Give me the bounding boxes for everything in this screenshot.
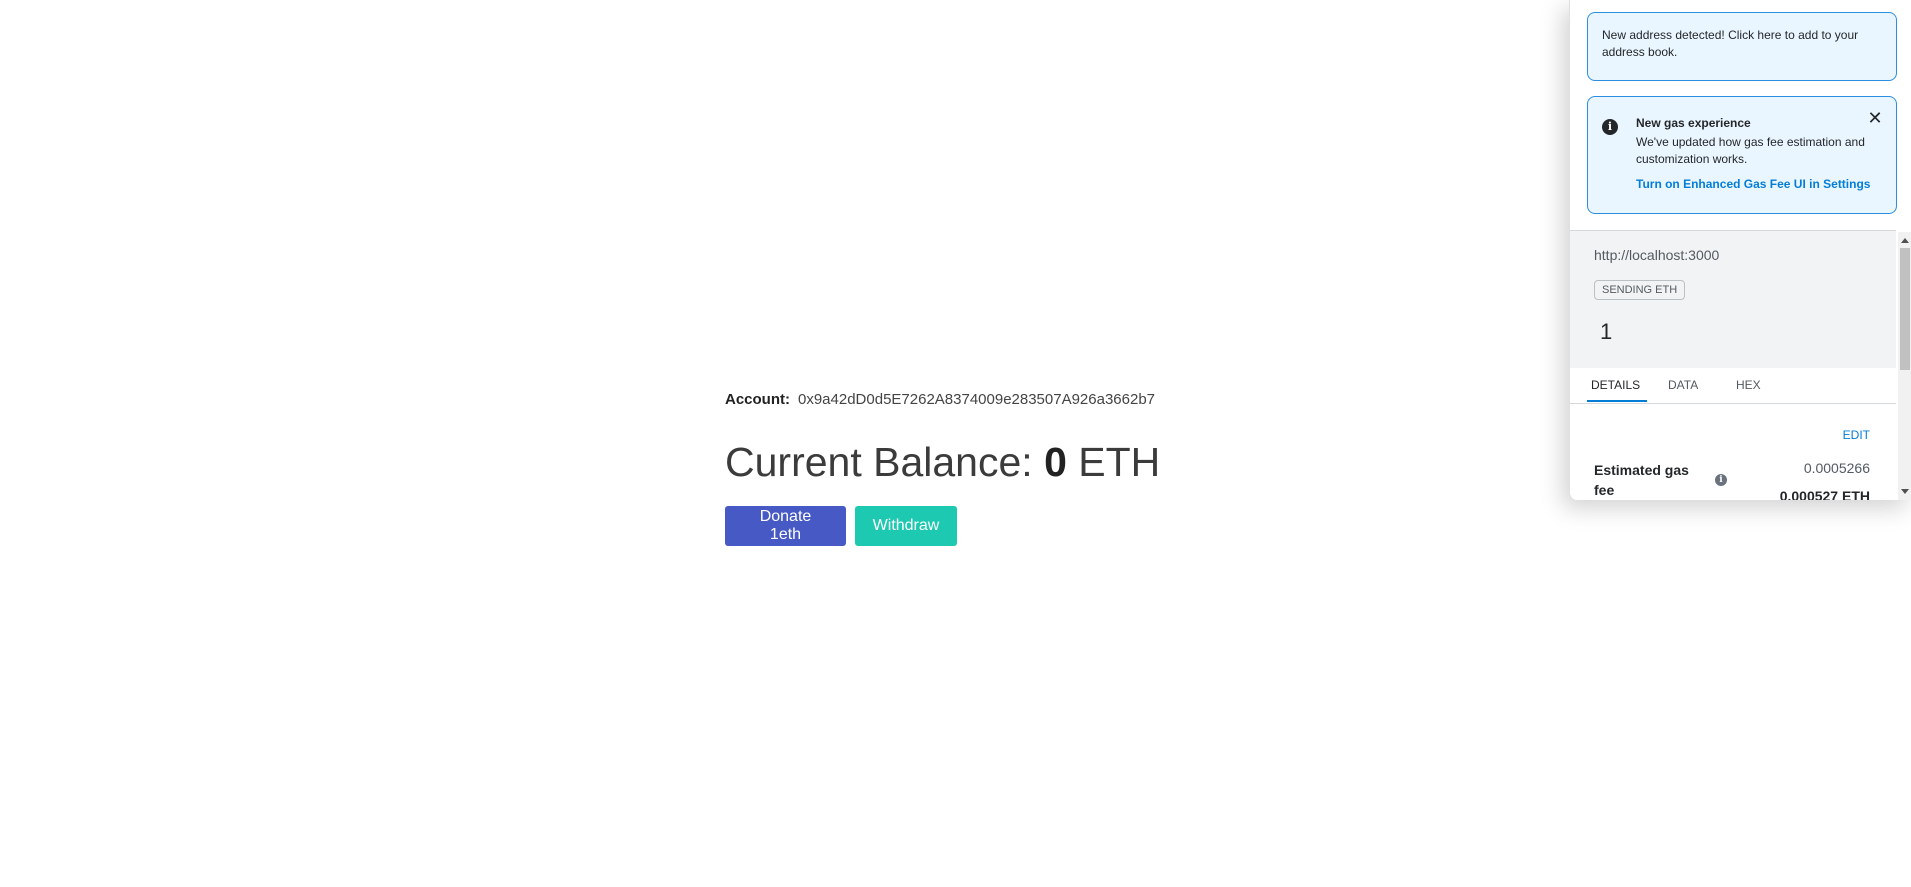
account-label: Account:: [725, 391, 790, 408]
transaction-amount: 1: [1600, 319, 1613, 344]
details-pane: EDIT Estimated gas fee i 0.0005266 0.000…: [1570, 404, 1896, 500]
tab-data[interactable]: DATA: [1668, 378, 1698, 400]
gas-notice-title: New gas experience: [1636, 116, 1751, 130]
gas-experience-notice: i ✕ New gas experience We've updated how…: [1587, 96, 1897, 214]
action-buttons: Donate 1eth Withdraw: [725, 506, 1245, 546]
origin-url: http://localhost:3000: [1594, 247, 1720, 263]
info-icon: i: [1602, 119, 1618, 135]
gas-fee-secondary-value: 0.0005266: [1803, 460, 1870, 476]
gas-fee-info-icon[interactable]: i: [1715, 474, 1727, 486]
scroll-thumb[interactable]: [1900, 248, 1910, 370]
sending-eth-badge: SENDING ETH: [1594, 280, 1686, 300]
scrollbar[interactable]: [1898, 232, 1911, 500]
balance-prefix: Current Balance:: [725, 439, 1045, 485]
current-balance: Current Balance: 0 ETH: [725, 436, 1245, 488]
donate-button[interactable]: Donate 1eth: [725, 506, 846, 546]
edit-gas-button[interactable]: EDIT: [1843, 428, 1870, 442]
new-address-notice-text: New address detected! Click here to add …: [1602, 28, 1859, 59]
transaction-tabs: DETAILS DATA HEX: [1570, 368, 1896, 404]
balance-amount: 0: [1044, 439, 1067, 485]
metamask-popup: New address detected! Click here to add …: [1569, 0, 1911, 500]
new-address-notice[interactable]: New address detected! Click here to add …: [1587, 12, 1897, 81]
dapp-panel: Account: 0x9a42dD0d5E7262A8374009e283507A…: [725, 388, 1245, 546]
gas-notice-description: We've updated how gas fee estimation and…: [1636, 135, 1865, 166]
transaction-header: http://localhost:3000 SENDING ETH 1: [1570, 230, 1896, 369]
tab-hex[interactable]: HEX: [1736, 378, 1761, 400]
account-address: 0x9a42dD0d5E7262A8374009e283507A926a3662…: [798, 391, 1156, 408]
scroll-down-arrow-icon[interactable]: [1901, 489, 1909, 494]
account-row: Account: 0x9a42dD0d5E7262A8374009e283507A…: [725, 388, 1245, 412]
page: Account: 0x9a42dD0d5E7262A8374009e283507A…: [0, 0, 1911, 887]
tab-details[interactable]: DETAILS: [1587, 378, 1648, 402]
balance-unit: ETH: [1066, 439, 1161, 485]
estimated-gas-fee-label: Estimated gas fee: [1594, 462, 1689, 498]
enhanced-gas-settings-link[interactable]: Turn on Enhanced Gas Fee UI in Settings: [1636, 176, 1882, 193]
close-icon[interactable]: ✕: [1866, 109, 1884, 127]
scroll-up-arrow-icon[interactable]: [1901, 238, 1909, 243]
withdraw-button[interactable]: Withdraw: [855, 506, 957, 546]
gas-fee-primary-value: 0.000527 ETH: [1779, 488, 1870, 500]
